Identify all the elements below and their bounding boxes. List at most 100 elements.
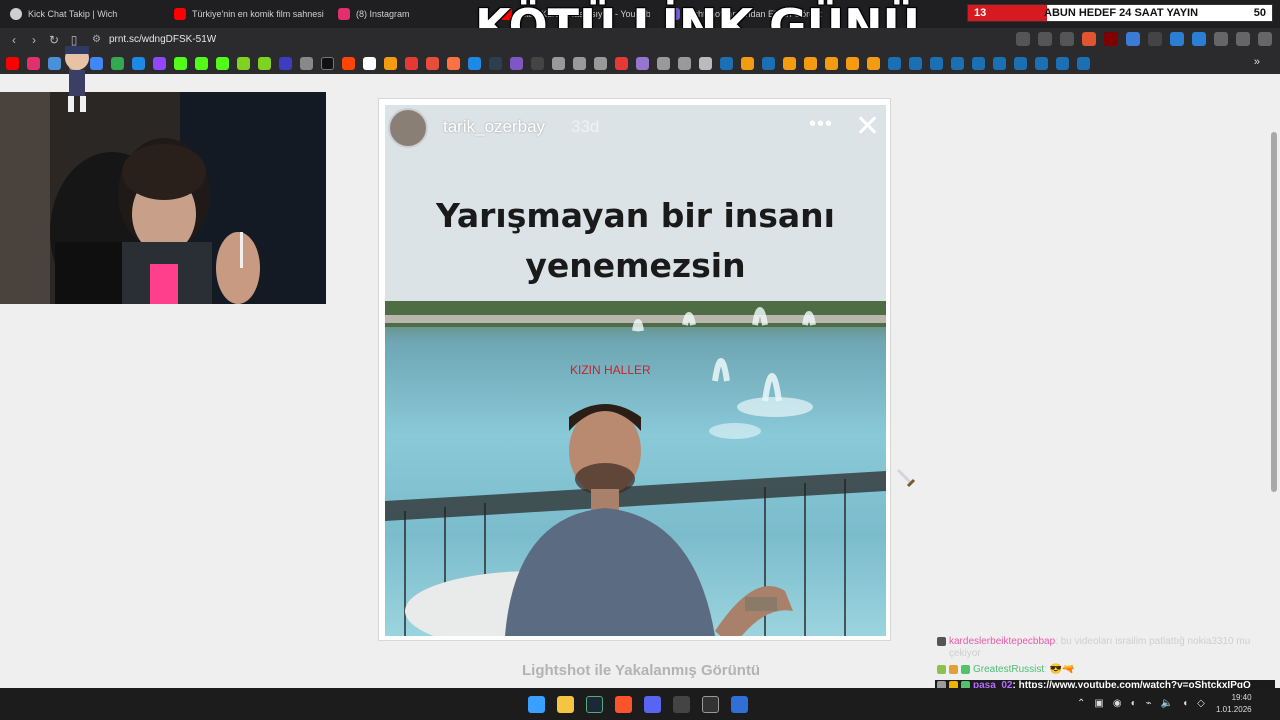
steam-bookmark-icon[interactable] — [888, 56, 901, 70]
steam-bookmark-icon[interactable] — [909, 56, 922, 70]
url-text: prnt.sc/wdngDFSK-51W — [108, 34, 217, 45]
steam-tray-icon[interactable]: ◐ — [1131, 698, 1137, 709]
pool-scene — [385, 301, 886, 636]
bookmark-icon[interactable] — [363, 56, 376, 70]
discord-icon[interactable] — [644, 696, 661, 713]
more-bookmarks-icon[interactable]: » — [1254, 56, 1260, 68]
bookmark-icon[interactable] — [825, 56, 838, 70]
extensions-puzzle-icon[interactable] — [1214, 32, 1228, 46]
bookmark-icon[interactable] — [132, 56, 145, 70]
ublock-icon[interactable] — [1104, 32, 1118, 46]
bookmark-icon[interactable] — [447, 56, 460, 70]
bookmark-icon[interactable] — [468, 56, 481, 70]
steam-bookmark-icon[interactable] — [1014, 56, 1027, 70]
steam-bookmark-icon[interactable] — [762, 56, 775, 70]
bookmark-icon[interactable] — [258, 56, 271, 70]
bookmark-icon[interactable] — [300, 56, 313, 70]
bookmark-icon[interactable] — [804, 56, 817, 70]
tray-app-icon[interactable]: ▣ — [1094, 698, 1103, 709]
kick-bookmark-icon[interactable] — [174, 56, 187, 70]
steam-bookmark-icon[interactable] — [1056, 56, 1069, 70]
twitch-bookmark-icon[interactable] — [153, 56, 166, 70]
tab-instagram[interactable]: (8) Instagram — [338, 0, 478, 28]
url-field[interactable]: ⚙ prnt.sc/wdngDFSK-51W — [92, 32, 216, 48]
bookmark-icon[interactable] — [783, 56, 796, 70]
bookmark-icon[interactable] — [867, 56, 880, 70]
kick-bookmark-icon[interactable] — [216, 56, 229, 70]
app-icon[interactable] — [702, 696, 719, 713]
bookmark-icon[interactable] — [552, 56, 565, 70]
obs-icon[interactable] — [673, 696, 690, 713]
audio-icon[interactable] — [1126, 32, 1140, 46]
bookmark-icon[interactable] — [531, 56, 544, 70]
steam-bookmark-icon[interactable] — [993, 56, 1006, 70]
bookmark-icon[interactable] — [279, 56, 292, 70]
steam-bookmark-icon[interactable] — [930, 56, 943, 70]
scrollbar-thumb[interactable] — [1271, 132, 1277, 492]
tab-kick-chat[interactable]: Kick Chat Takip | Wich — [10, 0, 170, 28]
screenshot-image[interactable]: tarik_ozerbay 33d ••• ✕ Yarışmayan bir i… — [385, 105, 886, 636]
brave-browser-icon[interactable] — [615, 696, 632, 713]
steam-bookmark-icon[interactable] — [951, 56, 964, 70]
bookmark-icon[interactable] — [846, 56, 859, 70]
menu-icon[interactable] — [1258, 32, 1272, 46]
bookmark-icon[interactable] — [489, 56, 502, 70]
steam-icon[interactable] — [586, 696, 603, 713]
bookmark-icon[interactable] — [657, 56, 670, 70]
bookmark-icon[interactable] — [384, 56, 397, 70]
reload-icon[interactable]: ↻ — [46, 32, 62, 48]
language-icon[interactable]: ◇ — [1197, 698, 1205, 709]
bookmark-icon[interactable] — [573, 56, 586, 70]
back-icon[interactable]: ‹ — [6, 32, 22, 48]
folder-icon[interactable] — [699, 56, 712, 70]
bookmark-icon[interactable] — [741, 56, 754, 70]
subscriber-goal-bar: 13 ABUN HEDEF 24 SAAT YAYIN 50 — [967, 4, 1273, 22]
bookmark-icon[interactable] — [48, 56, 61, 70]
bookmark-icon[interactable] — [678, 56, 691, 70]
tray-app-icon[interactable]: ◉ — [1113, 698, 1122, 709]
extension-icon[interactable] — [1170, 32, 1184, 46]
bookmark-icon[interactable] — [237, 56, 250, 70]
story-time: 33d — [571, 117, 600, 136]
page-scrollbar[interactable] — [1270, 92, 1278, 686]
site-info-icon[interactable]: ⚙ — [92, 32, 101, 48]
x-bookmark-icon[interactable] — [321, 56, 334, 70]
zoom-icon[interactable] — [1038, 32, 1052, 46]
volume-icon[interactable]: 🔈 — [1161, 698, 1173, 709]
chevron-up-icon[interactable]: ⌃ — [1077, 698, 1085, 709]
taskbar-clock[interactable]: 19:40 1.01.2026 — [1216, 692, 1252, 716]
extension-icon[interactable] — [1192, 32, 1206, 46]
photo-label: KIZIN HALLER — [570, 363, 651, 377]
steam-bookmark-icon[interactable] — [720, 56, 733, 70]
steam-bookmark-icon[interactable] — [1035, 56, 1048, 70]
file-explorer-icon[interactable] — [557, 696, 574, 713]
instagram-bookmark-icon[interactable] — [27, 56, 40, 70]
youtube-bookmark-icon[interactable] — [6, 56, 19, 70]
more-options-icon: ••• — [809, 113, 834, 135]
brave-shield-icon[interactable] — [1082, 32, 1096, 46]
steam-bookmark-icon[interactable] — [972, 56, 985, 70]
app-icon[interactable] — [731, 696, 748, 713]
sword-cursor-icon — [896, 468, 916, 488]
bookmark-icon[interactable] — [405, 56, 418, 70]
sidebar-icon[interactable] — [1236, 32, 1250, 46]
bookmark-icon[interactable] — [111, 56, 124, 70]
network-icon[interactable]: ⌁ — [1146, 698, 1152, 709]
tab-youtube-film[interactable]: Türkiye'nin en komik film sahnesi - Yo — [174, 0, 326, 28]
bookmark-icon[interactable] — [636, 56, 649, 70]
share-icon[interactable] — [1060, 32, 1074, 46]
bookmark-icon[interactable] — [594, 56, 607, 70]
cast-icon[interactable] — [1016, 32, 1030, 46]
tab-title: (8) Instagram — [356, 9, 410, 19]
bookmark-icon[interactable] — [615, 56, 628, 70]
steam-bookmark-icon[interactable] — [1077, 56, 1090, 70]
windows-start-icon[interactable] — [528, 696, 545, 713]
reddit-bookmark-icon[interactable] — [342, 56, 355, 70]
clock-date: 1.01.2026 — [1216, 705, 1252, 714]
kick-bookmark-icon[interactable] — [195, 56, 208, 70]
bookmark-icon[interactable] — [426, 56, 439, 70]
bookmark-icon[interactable] — [510, 56, 523, 70]
mic-icon[interactable]: ◖ — [1182, 698, 1188, 709]
extension-icon[interactable] — [1148, 32, 1162, 46]
forward-icon[interactable]: › — [26, 32, 42, 48]
